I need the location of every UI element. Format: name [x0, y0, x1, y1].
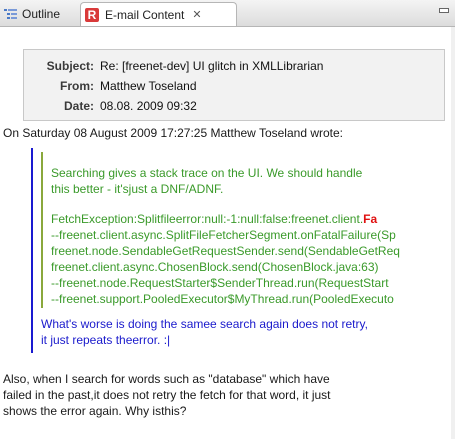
email-content-pane: Subject: Re: [freenet-dev] UI glitch in …	[0, 27, 455, 439]
from-value: Matthew Toseland	[100, 79, 197, 93]
tab-email-content-label: E-mail Content	[105, 7, 185, 22]
stack-trace-line: --freenet.client.async.SplitFileFetcherS…	[51, 228, 396, 242]
stack-trace-line: --freenet.node.RequestStarter$SenderThre…	[51, 276, 389, 290]
subject-label: Subject:	[46, 59, 94, 73]
date-label: Date:	[63, 99, 94, 113]
stack-trace-line: freenet.client.async.ChosenBlock.send(Ch…	[51, 260, 379, 274]
quote-attribution: On Saturday 08 August 2009 17:27:25 Matt…	[3, 126, 344, 140]
email-header: Subject: Re: [freenet-dev] UI glitch in …	[23, 49, 445, 121]
reply-line: failed in the past,it does not retry the…	[3, 388, 331, 402]
close-icon[interactable]: ✕	[192, 8, 201, 21]
editor-tab-bar: Outline R E-mail Content ✕	[0, 0, 455, 27]
reply-line: shows the error again. Why isthis?	[3, 404, 187, 418]
minimize-icon[interactable]	[439, 8, 449, 13]
tab-outline[interactable]: Outline	[4, 3, 74, 25]
stack-trace-line: freenet.node.SendableGetRequestSender.se…	[51, 244, 400, 258]
stack-trace-prefix: FetchException:Splitfileerror:null:-1:nu…	[51, 212, 364, 226]
nested-quote-line: this better - it'sjust a DNF/ADNF.	[51, 182, 224, 196]
subject-value: Re: [freenet-dev] UI glitch in XMLLibrar…	[100, 59, 324, 73]
reply-line: Also, when I search for words such as "d…	[3, 372, 330, 386]
date-row: Date: 08.08. 2009 09:32	[24, 99, 197, 113]
nested-quote-line: Searching gives a stack trace on the UI.…	[51, 166, 363, 180]
outer-quote: Searching gives a stack trace on the UI.…	[31, 148, 455, 353]
inner-quote: Searching gives a stack trace on the UI.…	[41, 152, 455, 308]
from-row: From: Matthew Toseland	[24, 79, 197, 93]
outline-icon	[4, 9, 17, 19]
quoted-reply-line: What's worse is doing the samee search a…	[41, 317, 368, 331]
from-label: From:	[60, 79, 94, 93]
tab-email-content[interactable]: R E-mail Content ✕	[80, 2, 237, 26]
stack-trace-line: FetchException:Splitfileerror:null:-1:nu…	[51, 212, 377, 226]
stack-trace-line: --freenet.support.PooledExecutor$MyThrea…	[51, 292, 394, 306]
stack-trace-error: Fa	[363, 212, 378, 226]
date-value: 08.08. 2009 09:32	[100, 99, 197, 113]
quoted-reply-line: it just repeats theerror. :|	[41, 333, 171, 347]
subject-row: Subject: Re: [freenet-dev] UI glitch in …	[24, 59, 324, 73]
tab-outline-label: Outline	[22, 7, 61, 21]
vertical-scrollbar[interactable]	[451, 27, 455, 439]
email-editor-icon: R	[85, 7, 99, 22]
